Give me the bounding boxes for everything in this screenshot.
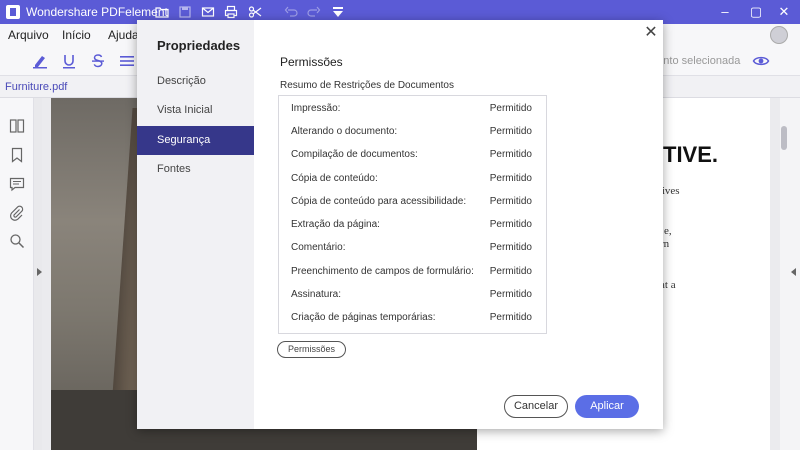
maximize-icon[interactable]: ▢ (747, 3, 765, 21)
minimize-icon[interactable]: – (716, 3, 734, 21)
menu-item-ajuda[interactable]: Ajuda (108, 28, 139, 42)
redo-icon[interactable] (307, 5, 321, 19)
strikethrough-icon[interactable] (89, 52, 107, 70)
thumbnails-icon[interactable] (9, 118, 25, 134)
scissors-icon[interactable] (248, 5, 262, 19)
cancel-button[interactable]: Cancelar (504, 395, 568, 418)
permission-value: Permitido (489, 149, 532, 160)
permission-value: Permitido (489, 219, 532, 230)
permission-name: Impressão: (291, 103, 341, 114)
permission-value: Permitido (489, 266, 532, 277)
document-text-line: e, (664, 225, 672, 237)
permission-row: Comentário: Permitido (279, 237, 546, 260)
dialog-title: Propriedades (157, 38, 241, 53)
permission-row: Compilação de documentos: Permitido (279, 144, 546, 167)
permission-value: Permitido (489, 196, 532, 207)
file-tab[interactable]: Furniture.pdf (5, 81, 67, 93)
permission-row: Criação de páginas temporárias: Permitid… (279, 307, 546, 330)
permission-name: Compilação de documentos: (291, 149, 418, 160)
print-icon[interactable] (224, 5, 238, 19)
scrollbar-thumb[interactable] (781, 126, 787, 150)
open-folder-icon[interactable] (155, 5, 169, 19)
permission-value: Permitido (489, 312, 532, 323)
expand-right-panel-icon[interactable] (791, 268, 796, 276)
nav-item-seguranca[interactable]: Segurança (137, 126, 254, 155)
permission-name: Preenchimento de campos de formulário: (291, 266, 474, 277)
permission-row: Alterando o documento: Permitido (279, 121, 546, 144)
close-window-icon[interactable]: ✕ (775, 3, 793, 21)
save-icon[interactable] (178, 5, 192, 19)
comment-icon[interactable] (9, 176, 25, 192)
left-sidebar (0, 98, 34, 450)
nav-item-vista-inicial[interactable]: Vista Inicial (137, 96, 254, 125)
menu-item-inicio[interactable]: Início (62, 28, 91, 42)
email-icon[interactable] (201, 5, 215, 19)
section-title: Permissões (280, 55, 343, 69)
permission-row: Preenchimento de campos de formulário: P… (279, 261, 546, 284)
highlight-icon[interactable] (31, 52, 49, 70)
permission-value: Permitido (489, 103, 532, 114)
nav-item-fontes[interactable]: Fontes (137, 155, 254, 184)
permission-row: Cópia de conteúdo para acessibilidade: P… (279, 191, 546, 214)
text-lines-icon[interactable] (118, 52, 136, 70)
permission-row: Impressão: Permitido (279, 98, 546, 121)
permission-name: Comentário: (291, 242, 346, 253)
underline-icon[interactable] (60, 52, 78, 70)
search-icon[interactable] (9, 233, 25, 249)
permission-name: Extração da página: (291, 219, 380, 230)
permission-value: Permitido (489, 173, 532, 184)
apply-button[interactable]: Aplicar (575, 395, 639, 418)
permission-name: Cópia de conteúdo para acessibilidade: (291, 196, 467, 207)
attachment-icon[interactable] (9, 205, 25, 221)
menu-item-arquivo[interactable]: Arquivo (8, 28, 49, 42)
vertical-scrollbar[interactable] (780, 98, 800, 450)
document-heading: TIVE. (663, 142, 719, 167)
permissions-button[interactable]: Permissões (277, 341, 346, 358)
permissions-table: Impressão: Permitido Alterando o documen… (278, 95, 547, 334)
permission-value: Permitido (489, 242, 532, 253)
permission-name: Alterando o documento: (291, 126, 398, 137)
permission-name: Assinatura: (291, 289, 342, 300)
undo-icon[interactable] (284, 5, 298, 19)
permission-value: Permitido (489, 126, 532, 137)
eye-icon[interactable] (752, 52, 770, 70)
permission-value: Permitido (489, 289, 532, 300)
permission-row: Cópia de conteúdo: Permitido (279, 168, 546, 191)
permission-row: Assinatura: Permitido (279, 284, 546, 307)
app-title: Wondershare PDFelement (26, 5, 168, 19)
permission-row: Extração da página: Permitido (279, 214, 546, 237)
nav-item-descricao[interactable]: Descrição (137, 67, 254, 96)
permission-name: Cópia de conteúdo: (291, 173, 378, 184)
quick-access-dropdown-icon[interactable] (331, 5, 345, 19)
properties-dialog: Propriedades Descrição Vista Inicial Seg… (137, 20, 663, 429)
dialog-nav: Propriedades Descrição Vista Inicial Seg… (137, 20, 254, 429)
user-avatar[interactable] (770, 26, 788, 44)
bookmark-icon[interactable] (9, 147, 25, 163)
permission-name: Criação de páginas temporárias: (291, 312, 436, 323)
app-logo-icon (6, 5, 20, 19)
close-dialog-icon[interactable]: ✕ (642, 24, 660, 42)
summary-label: Resumo de Restrições de Documentos (280, 80, 454, 91)
